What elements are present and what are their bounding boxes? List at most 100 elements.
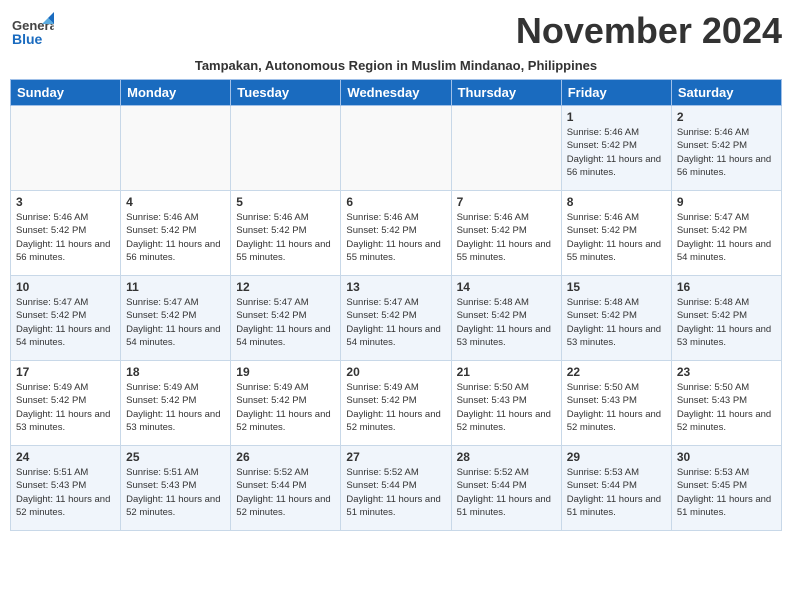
day-number: 26 (236, 450, 335, 464)
day-info: Sunrise: 5:46 AM Sunset: 5:42 PM Dayligh… (677, 126, 776, 179)
calendar-cell (11, 106, 121, 191)
svg-text:Blue: Blue (12, 31, 43, 47)
subtitle: Tampakan, Autonomous Region in Muslim Mi… (10, 58, 782, 73)
day-number: 8 (567, 195, 666, 209)
day-info: Sunrise: 5:47 AM Sunset: 5:42 PM Dayligh… (346, 296, 445, 349)
calendar-table: SundayMondayTuesdayWednesdayThursdayFrid… (10, 79, 782, 531)
day-info: Sunrise: 5:50 AM Sunset: 5:43 PM Dayligh… (457, 381, 556, 434)
day-number: 22 (567, 365, 666, 379)
calendar-cell: 26 Sunrise: 5:52 AM Sunset: 5:44 PM Dayli… (231, 446, 341, 531)
day-number: 6 (346, 195, 445, 209)
day-info: Sunrise: 5:46 AM Sunset: 5:42 PM Dayligh… (126, 211, 225, 264)
day-number: 23 (677, 365, 776, 379)
day-info: Sunrise: 5:47 AM Sunset: 5:42 PM Dayligh… (236, 296, 335, 349)
calendar-cell: 29 Sunrise: 5:53 AM Sunset: 5:44 PM Dayli… (561, 446, 671, 531)
day-number: 13 (346, 280, 445, 294)
day-number: 1 (567, 110, 666, 124)
calendar-cell: 28 Sunrise: 5:52 AM Sunset: 5:44 PM Dayli… (451, 446, 561, 531)
day-info: Sunrise: 5:52 AM Sunset: 5:44 PM Dayligh… (457, 466, 556, 519)
day-number: 14 (457, 280, 556, 294)
calendar-cell: 21 Sunrise: 5:50 AM Sunset: 5:43 PM Dayli… (451, 361, 561, 446)
calendar-cell: 17 Sunrise: 5:49 AM Sunset: 5:42 PM Dayli… (11, 361, 121, 446)
calendar-cell: 14 Sunrise: 5:48 AM Sunset: 5:42 PM Dayli… (451, 276, 561, 361)
day-of-week-friday: Friday (561, 80, 671, 106)
day-info: Sunrise: 5:46 AM Sunset: 5:42 PM Dayligh… (457, 211, 556, 264)
day-number: 18 (126, 365, 225, 379)
logo-icon: General Blue (10, 10, 54, 54)
day-number: 21 (457, 365, 556, 379)
calendar-cell: 30 Sunrise: 5:53 AM Sunset: 5:45 PM Dayli… (671, 446, 781, 531)
day-number: 9 (677, 195, 776, 209)
day-of-week-monday: Monday (121, 80, 231, 106)
day-info: Sunrise: 5:50 AM Sunset: 5:43 PM Dayligh… (677, 381, 776, 434)
calendar-cell: 2Sunrise: 5:46 AM Sunset: 5:42 PM Daylig… (671, 106, 781, 191)
day-info: Sunrise: 5:49 AM Sunset: 5:42 PM Dayligh… (16, 381, 115, 434)
day-info: Sunrise: 5:51 AM Sunset: 5:43 PM Dayligh… (16, 466, 115, 519)
calendar-cell: 10 Sunrise: 5:47 AM Sunset: 5:42 PM Dayli… (11, 276, 121, 361)
calendar-cell (341, 106, 451, 191)
day-info: Sunrise: 5:46 AM Sunset: 5:42 PM Dayligh… (16, 211, 115, 264)
calendar-cell: 22 Sunrise: 5:50 AM Sunset: 5:43 PM Dayli… (561, 361, 671, 446)
month-title: November 2024 (516, 10, 782, 52)
calendar-cell (451, 106, 561, 191)
calendar-cell: 6 Sunrise: 5:46 AM Sunset: 5:42 PM Daylig… (341, 191, 451, 276)
day-info: Sunrise: 5:46 AM Sunset: 5:42 PM Dayligh… (567, 126, 666, 179)
calendar-cell: 13 Sunrise: 5:47 AM Sunset: 5:42 PM Dayli… (341, 276, 451, 361)
day-info: Sunrise: 5:46 AM Sunset: 5:42 PM Dayligh… (346, 211, 445, 264)
calendar-cell: 5 Sunrise: 5:46 AM Sunset: 5:42 PM Daylig… (231, 191, 341, 276)
day-info: Sunrise: 5:48 AM Sunset: 5:42 PM Dayligh… (677, 296, 776, 349)
day-info: Sunrise: 5:48 AM Sunset: 5:42 PM Dayligh… (457, 296, 556, 349)
day-number: 15 (567, 280, 666, 294)
calendar-cell: 8 Sunrise: 5:46 AM Sunset: 5:42 PM Daylig… (561, 191, 671, 276)
logo: General Blue (10, 10, 54, 54)
day-info: Sunrise: 5:47 AM Sunset: 5:42 PM Dayligh… (677, 211, 776, 264)
calendar-cell: 1 Sunrise: 5:46 AM Sunset: 5:42 PM Daylig… (561, 106, 671, 191)
day-number: 24 (16, 450, 115, 464)
day-info: Sunrise: 5:49 AM Sunset: 5:42 PM Dayligh… (236, 381, 335, 434)
day-number: 20 (346, 365, 445, 379)
calendar-cell: 23 Sunrise: 5:50 AM Sunset: 5:43 PM Dayli… (671, 361, 781, 446)
day-number: 16 (677, 280, 776, 294)
day-info: Sunrise: 5:51 AM Sunset: 5:43 PM Dayligh… (126, 466, 225, 519)
day-info: Sunrise: 5:46 AM Sunset: 5:42 PM Dayligh… (236, 211, 335, 264)
calendar-cell: 27 Sunrise: 5:52 AM Sunset: 5:44 PM Dayli… (341, 446, 451, 531)
calendar-cell: 24 Sunrise: 5:51 AM Sunset: 5:43 PM Dayli… (11, 446, 121, 531)
day-number: 4 (126, 195, 225, 209)
day-number: 30 (677, 450, 776, 464)
day-number: 11 (126, 280, 225, 294)
day-info: Sunrise: 5:52 AM Sunset: 5:44 PM Dayligh… (346, 466, 445, 519)
calendar-cell: 19 Sunrise: 5:49 AM Sunset: 5:42 PM Dayli… (231, 361, 341, 446)
day-info: Sunrise: 5:48 AM Sunset: 5:42 PM Dayligh… (567, 296, 666, 349)
calendar-cell: 4 Sunrise: 5:46 AM Sunset: 5:42 PM Daylig… (121, 191, 231, 276)
day-number: 10 (16, 280, 115, 294)
day-number: 5 (236, 195, 335, 209)
day-of-week-sunday: Sunday (11, 80, 121, 106)
calendar-cell: 12 Sunrise: 5:47 AM Sunset: 5:42 PM Dayli… (231, 276, 341, 361)
calendar-cell: 11 Sunrise: 5:47 AM Sunset: 5:42 PM Dayli… (121, 276, 231, 361)
day-info: Sunrise: 5:46 AM Sunset: 5:42 PM Dayligh… (567, 211, 666, 264)
day-number: 27 (346, 450, 445, 464)
day-number: 29 (567, 450, 666, 464)
day-of-week-saturday: Saturday (671, 80, 781, 106)
day-of-week-thursday: Thursday (451, 80, 561, 106)
day-info: Sunrise: 5:49 AM Sunset: 5:42 PM Dayligh… (346, 381, 445, 434)
day-info: Sunrise: 5:53 AM Sunset: 5:44 PM Dayligh… (567, 466, 666, 519)
calendar-cell: 3 Sunrise: 5:46 AM Sunset: 5:42 PM Daylig… (11, 191, 121, 276)
calendar-cell: 9 Sunrise: 5:47 AM Sunset: 5:42 PM Daylig… (671, 191, 781, 276)
day-number: 12 (236, 280, 335, 294)
calendar-cell: 18Sunrise: 5:49 AM Sunset: 5:42 PM Dayli… (121, 361, 231, 446)
calendar-cell: 15 Sunrise: 5:48 AM Sunset: 5:42 PM Dayli… (561, 276, 671, 361)
day-number: 28 (457, 450, 556, 464)
day-number: 19 (236, 365, 335, 379)
day-info: Sunrise: 5:53 AM Sunset: 5:45 PM Dayligh… (677, 466, 776, 519)
day-number: 17 (16, 365, 115, 379)
day-info: Sunrise: 5:47 AM Sunset: 5:42 PM Dayligh… (126, 296, 225, 349)
calendar-cell: 7Sunrise: 5:46 AM Sunset: 5:42 PM Daylig… (451, 191, 561, 276)
day-info: Sunrise: 5:47 AM Sunset: 5:42 PM Dayligh… (16, 296, 115, 349)
day-info: Sunrise: 5:52 AM Sunset: 5:44 PM Dayligh… (236, 466, 335, 519)
day-number: 3 (16, 195, 115, 209)
day-info: Sunrise: 5:50 AM Sunset: 5:43 PM Dayligh… (567, 381, 666, 434)
calendar-cell: 25Sunrise: 5:51 AM Sunset: 5:43 PM Dayli… (121, 446, 231, 531)
calendar-cell: 20 Sunrise: 5:49 AM Sunset: 5:42 PM Dayli… (341, 361, 451, 446)
day-of-week-wednesday: Wednesday (341, 80, 451, 106)
